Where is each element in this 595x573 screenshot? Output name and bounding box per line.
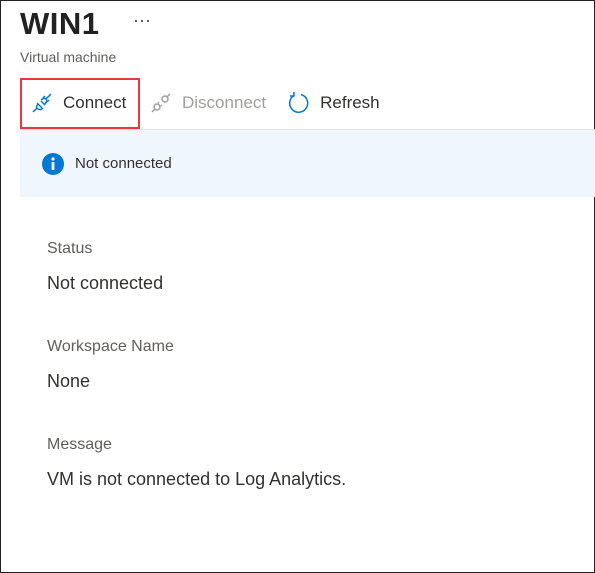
disconnect-button[interactable]: Disconnect bbox=[140, 78, 276, 128]
refresh-icon bbox=[289, 92, 309, 113]
workspace-name-label: Workspace Name bbox=[47, 338, 174, 355]
connect-label: Connect bbox=[63, 93, 127, 112]
plug-icon bbox=[32, 93, 52, 113]
unplug-icon bbox=[151, 93, 171, 113]
refresh-button[interactable]: Refresh bbox=[276, 78, 390, 128]
status-banner: Not connected bbox=[20, 130, 595, 197]
connect-button[interactable]: Connect bbox=[20, 77, 140, 129]
toolbar: Connect Disconnect Refresh bbox=[20, 77, 390, 129]
message-value: VM is not connected to Log Analytics. bbox=[47, 469, 347, 489]
workspace-name-value: None bbox=[47, 371, 91, 391]
info-icon bbox=[42, 152, 64, 175]
refresh-label: Refresh bbox=[320, 93, 380, 112]
status-label: Status bbox=[47, 240, 93, 257]
more-options-button[interactable]: ··· bbox=[133, 10, 151, 31]
banner-text: Not connected bbox=[75, 155, 172, 172]
disconnect-label: Disconnect bbox=[182, 93, 267, 112]
status-value: Not connected bbox=[47, 273, 164, 293]
message-label: Message bbox=[47, 436, 112, 453]
page-title: WIN1 bbox=[20, 6, 100, 41]
page-subtitle: Virtual machine bbox=[20, 49, 117, 65]
